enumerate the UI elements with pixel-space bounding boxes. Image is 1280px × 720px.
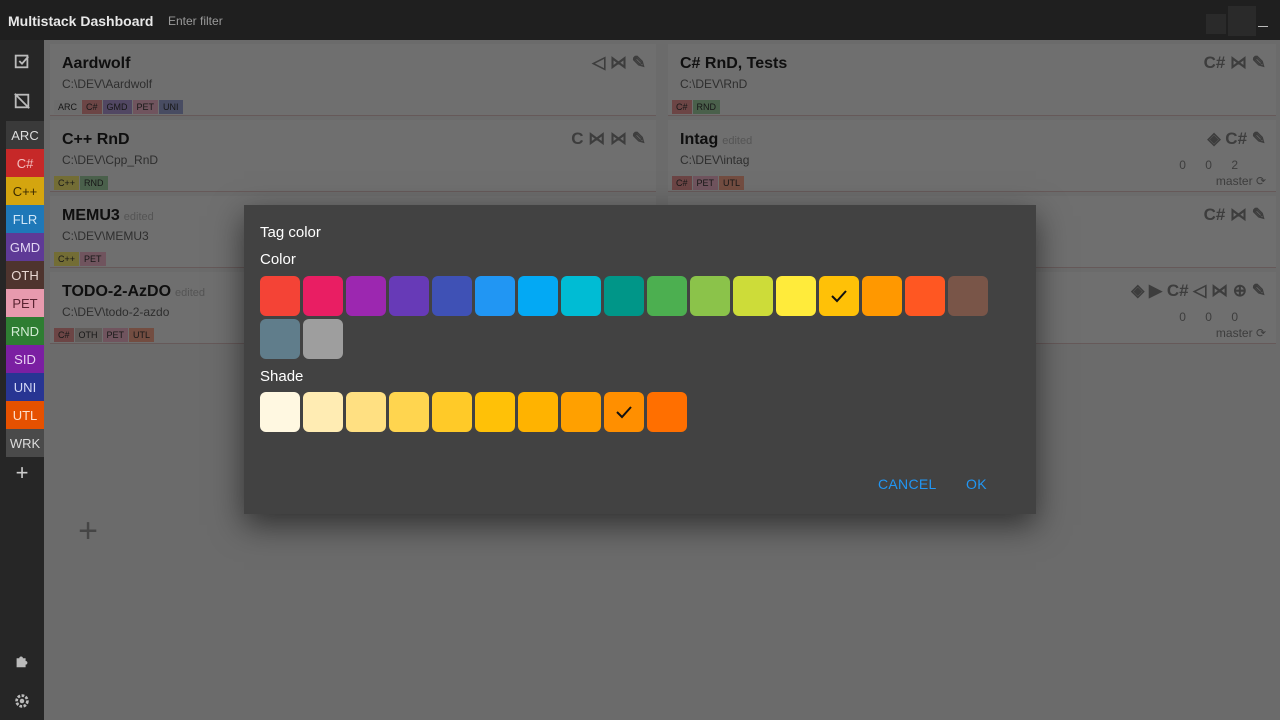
- color-swatch[interactable]: [862, 276, 902, 316]
- sidebar-tag-pet[interactable]: PET: [6, 289, 44, 317]
- shade-swatch[interactable]: [389, 392, 429, 432]
- filter-input[interactable]: [168, 10, 468, 32]
- shade-swatch[interactable]: [346, 392, 386, 432]
- color-section-label: Color: [260, 251, 296, 268]
- sidebar-tag-uni[interactable]: UNI: [6, 373, 44, 401]
- color-swatch[interactable]: [260, 276, 300, 316]
- color-swatch[interactable]: [260, 319, 300, 359]
- checklist-icon[interactable]: [12, 51, 32, 71]
- color-swatch[interactable]: [948, 276, 988, 316]
- sidebar-tag-utl[interactable]: UTL: [6, 401, 44, 429]
- ok-button[interactable]: OK: [966, 476, 987, 492]
- cancel-button[interactable]: CANCEL: [878, 476, 937, 492]
- settings-gear-icon[interactable]: [12, 691, 32, 711]
- color-swatch[interactable]: [647, 276, 687, 316]
- color-swatch[interactable]: [905, 276, 945, 316]
- puzzle-icon[interactable]: [12, 651, 32, 671]
- shade-swatch[interactable]: [604, 392, 644, 432]
- sidebar-tag-arc[interactable]: ARC: [6, 121, 44, 149]
- dialog-title: Tag color: [260, 224, 321, 241]
- color-swatch[interactable]: [303, 319, 343, 359]
- color-swatch[interactable]: [733, 276, 773, 316]
- sidebar-tag-flr[interactable]: FLR: [6, 205, 44, 233]
- sidebar-tag-rnd[interactable]: RND: [6, 317, 44, 345]
- check-icon: [616, 406, 632, 419]
- color-swatch[interactable]: [475, 276, 515, 316]
- check-icon: [831, 290, 847, 303]
- sidebar-tag-gmd[interactable]: GMD: [6, 233, 44, 261]
- titlebar-decoration: [1206, 14, 1226, 34]
- hide-icon[interactable]: [12, 91, 32, 111]
- color-swatch[interactable]: [604, 276, 644, 316]
- color-swatch[interactable]: [518, 276, 558, 316]
- shade-section-label: Shade: [260, 368, 304, 385]
- titlebar-decoration: [1228, 6, 1256, 36]
- sidebar: ARC C# C++ FLR GMD OTH PET RND SID UNI UTL WRK +: [0, 40, 44, 720]
- shade-swatch[interactable]: [260, 392, 300, 432]
- sidebar-tag-wrk[interactable]: WRK: [6, 429, 44, 457]
- title-bar: Multistack Dashboard: [0, 0, 1280, 40]
- sidebar-tag-oth[interactable]: OTH: [6, 261, 44, 289]
- shade-swatch[interactable]: [647, 392, 687, 432]
- color-swatch[interactable]: [389, 276, 429, 316]
- color-swatch[interactable]: [776, 276, 816, 316]
- color-swatch[interactable]: [561, 276, 601, 316]
- add-tag-button[interactable]: +: [12, 462, 32, 484]
- sidebar-tag-cxx[interactable]: C++: [6, 177, 44, 205]
- shade-swatch[interactable]: [561, 392, 601, 432]
- minimize-button[interactable]: [1258, 26, 1268, 27]
- sidebar-tag-cx[interactable]: C#: [6, 149, 44, 177]
- shade-swatch[interactable]: [518, 392, 558, 432]
- color-swatch[interactable]: [432, 276, 472, 316]
- shade-swatch[interactable]: [475, 392, 515, 432]
- color-swatch[interactable]: [819, 276, 859, 316]
- sidebar-tag-sid[interactable]: SID: [6, 345, 44, 373]
- color-swatch[interactable]: [346, 276, 386, 316]
- color-swatch[interactable]: [303, 276, 343, 316]
- color-swatch[interactable]: [690, 276, 730, 316]
- app-title: Multistack Dashboard: [8, 13, 154, 29]
- tag-color-dialog: Tag color Color Shade CANCEL OK: [244, 205, 1036, 514]
- shade-swatch[interactable]: [432, 392, 472, 432]
- shade-swatch[interactable]: [303, 392, 343, 432]
